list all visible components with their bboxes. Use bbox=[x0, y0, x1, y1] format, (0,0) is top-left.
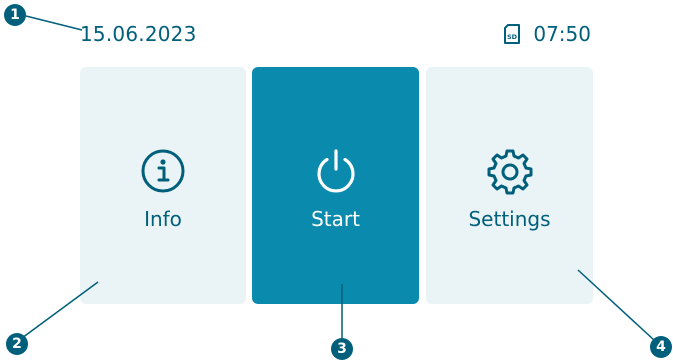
callout-marker-3: 3 bbox=[331, 338, 353, 360]
status-area: SD 07:50 bbox=[503, 22, 591, 46]
callout-marker-1: 1 bbox=[4, 4, 26, 26]
sd-card-icon: SD bbox=[504, 24, 521, 44]
callout-line-1 bbox=[25, 15, 83, 31]
gear-icon bbox=[487, 149, 532, 195]
time-display: 07:50 bbox=[533, 22, 591, 46]
info-tile-label: Info bbox=[144, 207, 182, 231]
power-icon bbox=[316, 149, 355, 193]
info-tile[interactable]: Info bbox=[80, 67, 246, 304]
settings-tile-label: Settings bbox=[468, 207, 551, 231]
settings-tile[interactable]: Settings bbox=[426, 67, 593, 304]
callout-marker-2: 2 bbox=[6, 333, 28, 355]
start-tile-label: Start bbox=[311, 207, 360, 231]
svg-text:SD: SD bbox=[507, 33, 518, 41]
info-icon bbox=[141, 149, 185, 193]
date-display: 15.06.2023 bbox=[80, 22, 197, 46]
home-screen: 15.06.2023 SD 07:50 Info Start Settings bbox=[0, 0, 673, 363]
start-tile[interactable]: Start bbox=[252, 67, 419, 304]
callout-marker-4: 4 bbox=[650, 336, 672, 358]
